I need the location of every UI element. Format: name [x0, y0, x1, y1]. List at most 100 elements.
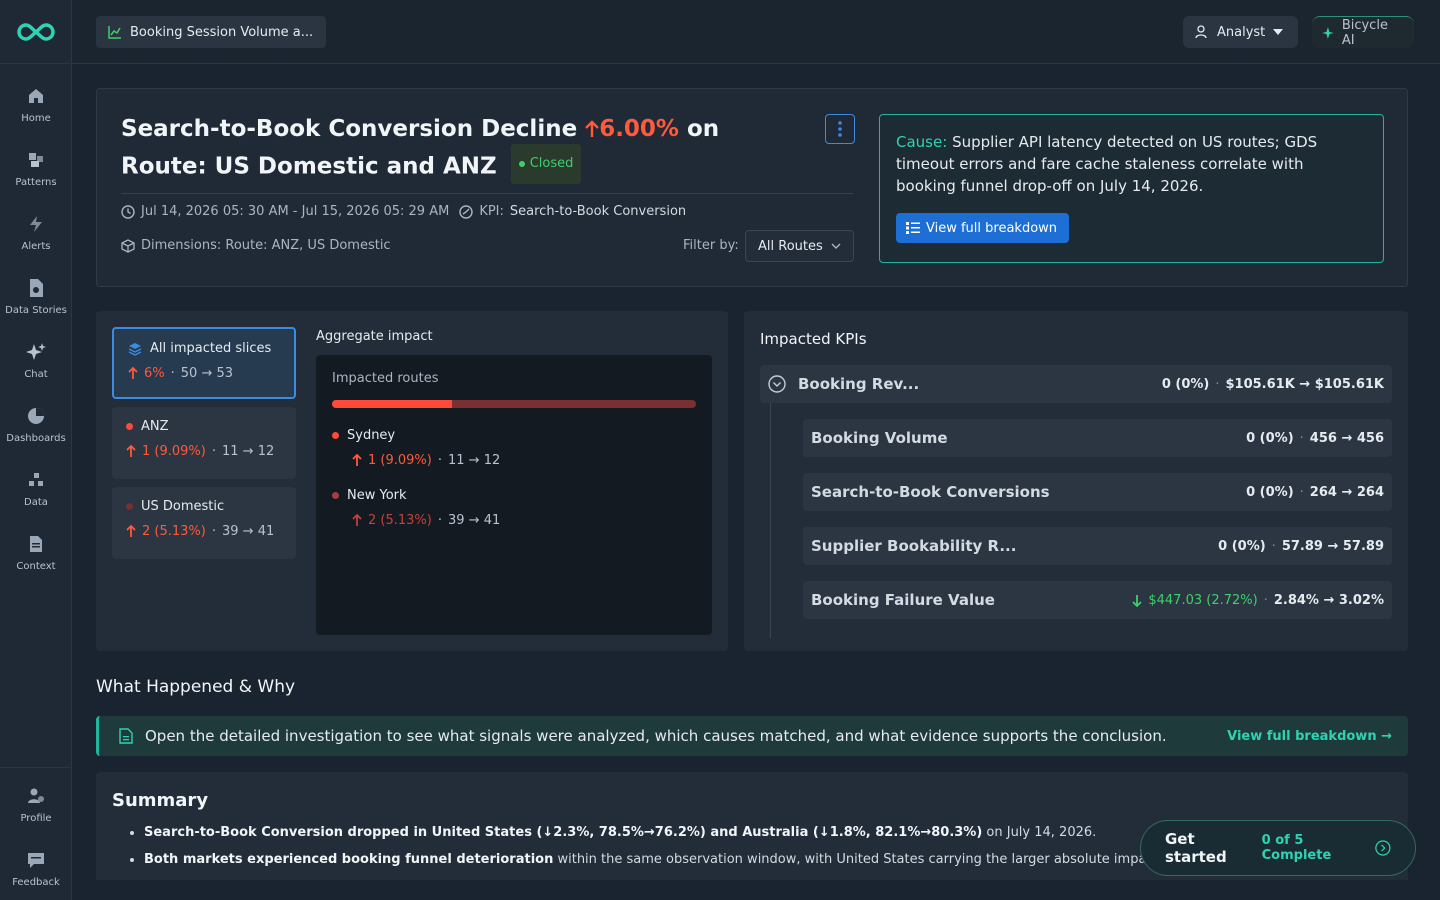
- kpi-row-search-to-book-conversions[interactable]: Search-to-Book Conversions 0 (0%) · 264 …: [803, 473, 1392, 511]
- slice-change: 6%: [144, 366, 165, 381]
- bicycle-ai-button[interactable]: Bicycle AI: [1312, 16, 1414, 48]
- summary-bullet-bold: Search-to-Book Conversion dropped in Uni…: [144, 825, 983, 840]
- slice-anz[interactable]: ANZ 1 (9.09%) · 11 → 12: [112, 407, 296, 479]
- sidebar-item-chat[interactable]: Chat: [0, 342, 72, 380]
- title-change: 6.00%: [585, 116, 679, 142]
- arrow-up-icon: [352, 454, 362, 466]
- sidebar-item-label: Alerts: [21, 241, 51, 252]
- sidebar-item-label: Data: [24, 497, 48, 508]
- arrow-up-icon: [352, 514, 362, 526]
- slice-label: ANZ: [141, 419, 169, 434]
- get-started-widget[interactable]: Get started 0 of 5 Complete: [1140, 820, 1416, 876]
- status-label: Closed: [529, 156, 574, 171]
- slice-name: US Domestic: [126, 499, 282, 514]
- time-range-text: Jul 14, 2026 05: 30 AM - Jul 15, 2026 05…: [141, 204, 450, 219]
- sidebar-item-alerts[interactable]: Alerts: [0, 214, 72, 252]
- role-selector[interactable]: Analyst: [1183, 16, 1298, 48]
- series-dot: [332, 492, 339, 499]
- impacted-kpis-panel: Impacted KPIs Booking Rev... 0 (0%) · $1…: [744, 311, 1408, 651]
- collapse-icon[interactable]: [768, 375, 786, 393]
- filter-label: Filter by:: [683, 238, 739, 253]
- slice-values: 2 (5.13%) · 39 → 41: [126, 524, 282, 539]
- sidebar-item-label: Feedback: [12, 877, 60, 888]
- slice-label: All impacted slices: [150, 341, 272, 356]
- kpi-row-booking-volume[interactable]: Booking Volume 0 (0%) · 456 → 456: [803, 419, 1392, 457]
- kpi-values: 0 (0%) · 456 → 456: [1246, 430, 1384, 446]
- impacted-routes-title: Impacted routes: [332, 371, 439, 386]
- app-logo[interactable]: [0, 0, 71, 64]
- status-dot: [518, 161, 525, 167]
- series-dot: [126, 423, 133, 430]
- arrow-up-icon: [585, 120, 600, 137]
- what-happened-title: What Happened & Why: [96, 677, 296, 697]
- arrow-down-icon: [1132, 594, 1142, 607]
- dimensions-text: Dimensions: Route: ANZ, US Domestic: [141, 238, 391, 253]
- more-options-button[interactable]: [825, 114, 855, 144]
- sidebar-item-context[interactable]: Context: [0, 534, 72, 572]
- kpi-name: Search-to-Book Conversions: [811, 483, 1050, 501]
- slice-label: US Domestic: [141, 499, 225, 514]
- page-title: Booking Session Volume a...: [130, 24, 314, 40]
- sidebar-item-home[interactable]: Home: [0, 86, 72, 124]
- slice-values: 6% · 50 → 53: [128, 366, 280, 381]
- kpi-delta: 0 (0%): [1246, 430, 1294, 446]
- slice-all-impacted[interactable]: All impacted slices 6% · 50 → 53: [112, 327, 296, 399]
- page-title-pill[interactable]: Booking Session Volume a...: [96, 16, 326, 48]
- slice-range: 39 → 41: [222, 524, 275, 539]
- view-full-breakdown-link[interactable]: View full breakdown →: [1227, 729, 1392, 744]
- sidebar-divider: [0, 767, 72, 768]
- cube-icon: [121, 238, 135, 253]
- kpi-row-booking-revenue[interactable]: Booking Rev... 0 (0%) · $105.61K → $105.…: [760, 365, 1392, 403]
- route-name: New York: [332, 488, 696, 503]
- sidebar-item-data[interactable]: Data: [0, 470, 72, 508]
- slice-range: 11 → 12: [222, 444, 275, 459]
- route-label: New York: [347, 488, 407, 503]
- cause-text: Cause: Supplier API latency detected on …: [896, 131, 1367, 197]
- gauge-icon: [459, 204, 474, 219]
- route-change: 2 (5.13%): [368, 513, 432, 528]
- slice-change: 1 (9.09%): [142, 444, 206, 459]
- kpi-label: KPI:: [479, 204, 504, 219]
- incident-title: Search-to-Book Conversion Decline 6.00% …: [121, 111, 781, 187]
- impact-bar: [332, 400, 696, 408]
- sidebar: Home Patterns Alerts Data Stories Chat D…: [0, 0, 72, 900]
- slice-name: ANZ: [126, 419, 282, 434]
- sidebar-item-patterns[interactable]: Patterns: [0, 150, 72, 188]
- sidebar-item-profile[interactable]: Profile: [0, 786, 72, 824]
- incident-header-card: Search-to-Book Conversion Decline 6.00% …: [96, 88, 1408, 287]
- sidebar-item-data-stories[interactable]: Data Stories: [0, 278, 72, 316]
- route-name: Sydney: [332, 428, 696, 443]
- summary-bullet-bold: Both markets experienced booking funnel …: [144, 852, 554, 867]
- view-full-breakdown-label: View full breakdown: [926, 220, 1058, 236]
- kpi-range: $105.61K → $105.61K: [1225, 376, 1384, 392]
- feedback-icon: [26, 850, 46, 870]
- cause-description: Supplier API latency detected on US rout…: [896, 133, 1318, 195]
- kpi-delta: 0 (0%): [1218, 538, 1266, 554]
- route-filter-select[interactable]: All Routes: [745, 230, 854, 262]
- series-dot: [332, 432, 339, 439]
- investigation-banner: Open the detailed investigation to see w…: [96, 716, 1408, 756]
- logo-icon: [16, 22, 55, 41]
- kpi-range: 57.89 → 57.89: [1281, 538, 1384, 554]
- summary-bullet-text: on July 14, 2026.: [982, 825, 1097, 840]
- arrow-up-icon: [128, 367, 138, 379]
- kpi-row-supplier-bookability[interactable]: Supplier Bookability R... 0 (0%) · 57.89…: [803, 527, 1392, 565]
- view-full-breakdown-button[interactable]: View full breakdown: [896, 213, 1070, 243]
- route-values: 2 (5.13%) · 39 → 41: [352, 513, 696, 528]
- user-icon: [1195, 25, 1207, 39]
- sidebar-item-feedback[interactable]: Feedback: [0, 850, 72, 888]
- route-item-sydney[interactable]: Sydney 1 (9.09%) · 11 → 12: [332, 428, 696, 468]
- slice-us-domestic[interactable]: US Domestic 2 (5.13%) · 39 → 41: [112, 487, 296, 559]
- route-filter-value: All Routes: [758, 238, 823, 254]
- chevron-right-circle-icon: [1375, 840, 1391, 856]
- bicycle-ai-label: Bicycle AI: [1341, 17, 1388, 48]
- role-label: Analyst: [1217, 24, 1266, 40]
- layers-icon: [128, 342, 142, 356]
- kpi-name: Booking Volume: [811, 429, 948, 447]
- impacted-slices-panel: All impacted slices 6% · 50 → 53 ANZ 1 (…: [96, 311, 728, 651]
- route-values: 1 (9.09%) · 11 → 12: [352, 453, 696, 468]
- route-item-new-york[interactable]: New York 2 (5.13%) · 39 → 41: [332, 488, 696, 528]
- sidebar-item-dashboards[interactable]: Dashboards: [0, 406, 72, 444]
- aggregate-impact-title: Aggregate impact: [316, 329, 433, 344]
- kpi-row-booking-failure-value[interactable]: Booking Failure Value $447.03 (2.72%) · …: [803, 581, 1392, 619]
